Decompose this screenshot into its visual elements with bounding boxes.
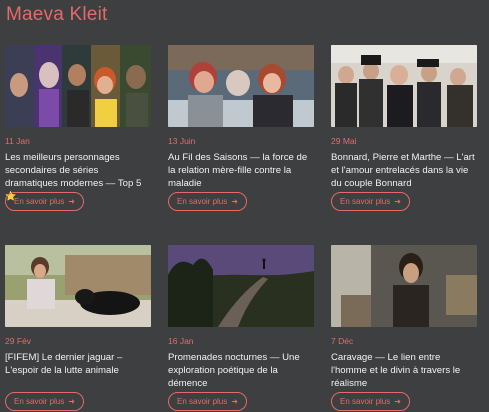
article-date: 11 Jan bbox=[5, 136, 30, 146]
page: Maeva Kleit 11 Jan Les meilleurs personn… bbox=[0, 0, 489, 412]
arrow-right-icon: ➜ bbox=[68, 396, 75, 406]
arrow-right-icon: ➜ bbox=[231, 396, 238, 406]
arrow-right-icon: ➜ bbox=[394, 196, 401, 206]
article-card: 13 Juin Au Fil des Saisons — la force de… bbox=[168, 45, 314, 211]
article-date: 7 Déc bbox=[331, 336, 354, 346]
article-card: 16 Jan Promenades nocturnes — Une explor… bbox=[168, 245, 314, 411]
painter-in-studio-image bbox=[331, 245, 477, 327]
three-women-in-bed-image bbox=[168, 45, 314, 127]
article-thumbnail[interactable] bbox=[5, 45, 151, 127]
series-characters-collage-image bbox=[5, 45, 151, 127]
article-date: 16 Jan bbox=[168, 336, 194, 346]
article-title-text: Les meilleurs personnages secondaires de… bbox=[5, 152, 142, 189]
article-thumbnail[interactable] bbox=[168, 245, 314, 327]
arrow-right-icon: ➜ bbox=[394, 396, 401, 406]
article-title[interactable]: Caravage — Le lien entre l'homme et le d… bbox=[331, 351, 477, 391]
article-card: 29 Fév [FIFEM] Le dernier jaguar – L'esp… bbox=[5, 245, 151, 411]
article-date: 29 Fév bbox=[5, 336, 31, 346]
article-thumbnail[interactable] bbox=[5, 245, 151, 327]
article-title[interactable]: Bonnard, Pierre et Marthe — L'art et l'a… bbox=[331, 151, 477, 191]
read-more-button[interactable]: En savoir plus ➜ bbox=[168, 392, 247, 411]
read-more-label: En savoir plus bbox=[14, 197, 65, 206]
article-date: 13 Juin bbox=[168, 136, 196, 146]
article-thumbnail[interactable] bbox=[331, 45, 477, 127]
article-title[interactable]: [FIFEM] Le dernier jaguar – L'espoir de … bbox=[5, 351, 151, 391]
read-more-button[interactable]: En savoir plus ➜ bbox=[331, 392, 410, 411]
article-title[interactable]: Les meilleurs personnages secondaires de… bbox=[5, 151, 151, 201]
read-more-label: En savoir plus bbox=[340, 397, 391, 406]
read-more-button[interactable]: En savoir plus ➜ bbox=[168, 192, 247, 211]
article-title[interactable]: Promenades nocturnes — Une exploration p… bbox=[168, 351, 314, 391]
article-title[interactable]: Au Fil des Saisons — la force de la rela… bbox=[168, 151, 314, 191]
arrow-right-icon: ➜ bbox=[231, 196, 238, 206]
read-more-button[interactable]: En savoir plus ➜ bbox=[5, 392, 84, 411]
figure-on-hill-at-dusk-image bbox=[168, 245, 314, 327]
read-more-label: En savoir plus bbox=[14, 397, 65, 406]
read-more-label: En savoir plus bbox=[340, 197, 391, 206]
article-card: 7 Déc Caravage — Le lien entre l'homme e… bbox=[331, 245, 477, 411]
read-more-label: En savoir plus bbox=[177, 397, 228, 406]
arrow-right-icon: ➜ bbox=[68, 196, 75, 206]
article-date: 29 Mai bbox=[331, 136, 357, 146]
article-card: 11 Jan Les meilleurs personnages seconda… bbox=[5, 45, 151, 211]
read-more-label: En savoir plus bbox=[177, 197, 228, 206]
article-card: 29 Mai Bonnard, Pierre et Marthe — L'art… bbox=[331, 45, 477, 211]
read-more-button[interactable]: En savoir plus ➜ bbox=[5, 192, 84, 211]
article-thumbnail[interactable] bbox=[331, 245, 477, 327]
page-title: Maeva Kleit bbox=[6, 4, 108, 25]
article-thumbnail[interactable] bbox=[168, 45, 314, 127]
period-crowd-of-men-image bbox=[331, 45, 477, 127]
read-more-button[interactable]: En savoir plus ➜ bbox=[331, 192, 410, 211]
girl-with-black-jaguar-image bbox=[5, 245, 151, 327]
